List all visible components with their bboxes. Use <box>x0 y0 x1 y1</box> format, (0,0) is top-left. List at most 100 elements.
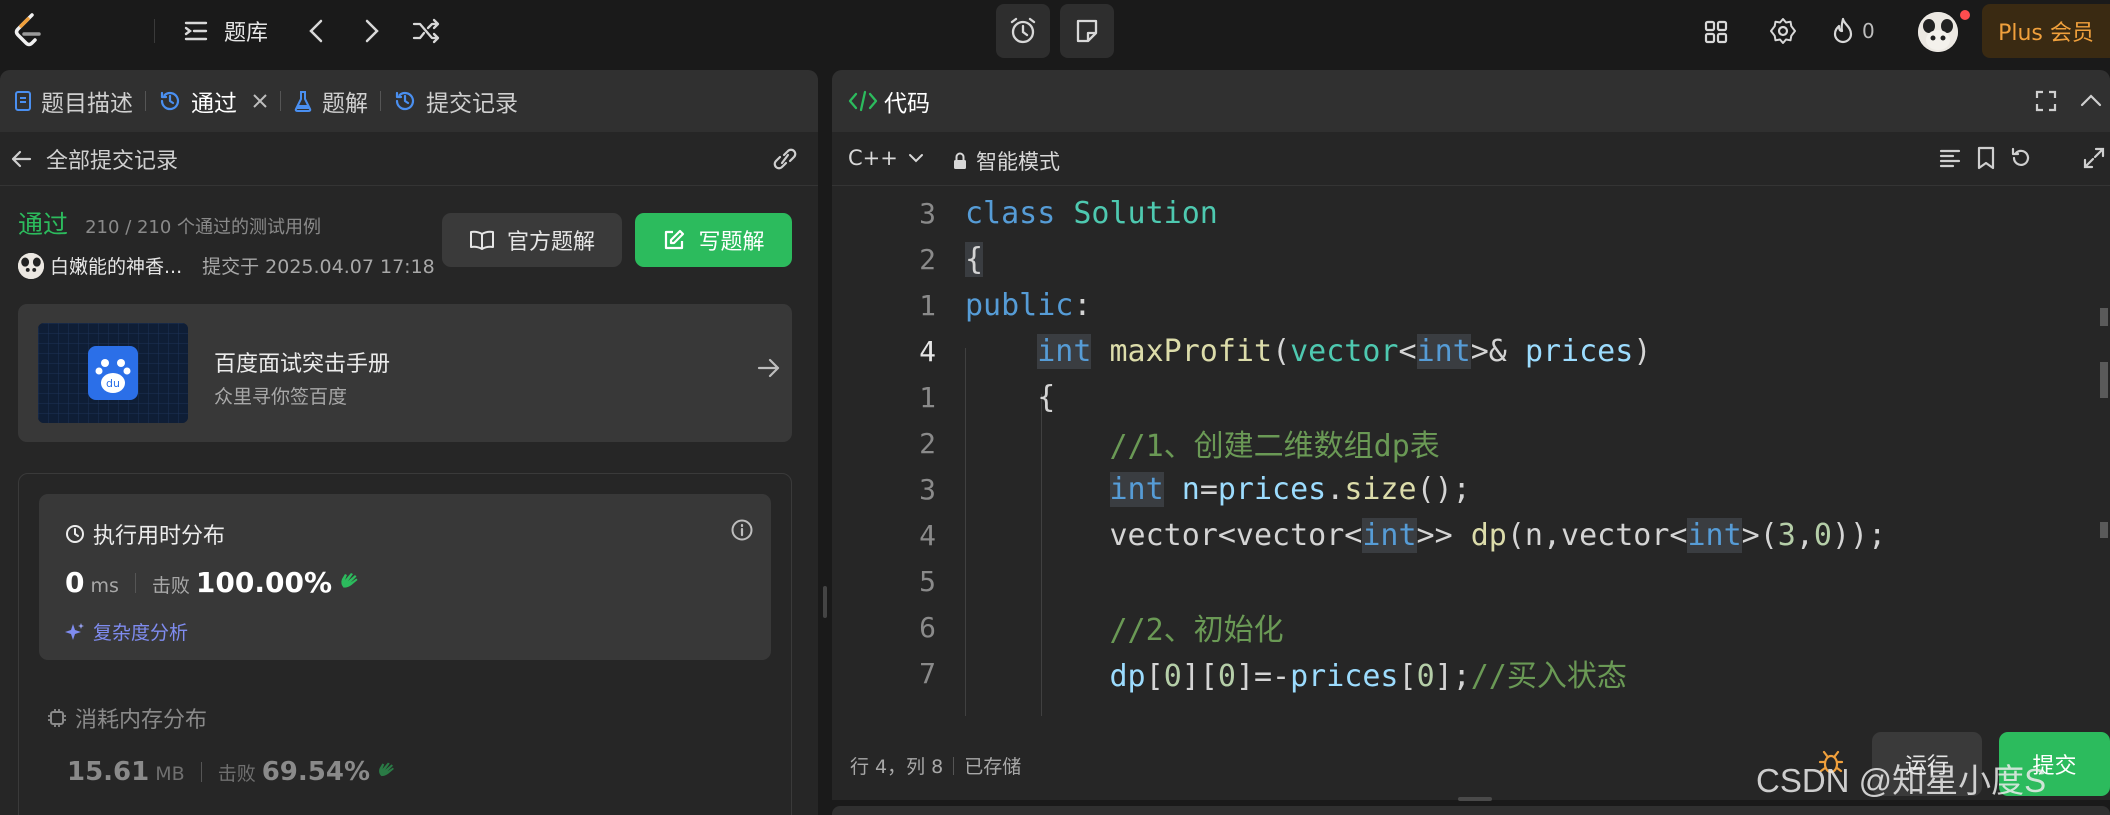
line-number: 4 <box>919 334 936 368</box>
tab-solutions-label: 题解 <box>322 91 368 117</box>
divider <box>953 756 955 775</box>
link-icon[interactable] <box>770 147 800 171</box>
leetcode-logo[interactable] <box>12 12 46 50</box>
tab-accepted[interactable]: 通过 <box>158 70 268 132</box>
memory-values: 15.61 MB 击败 69.54% <box>67 757 398 787</box>
code-line: 2 { <box>832 236 2082 282</box>
panel-resize-handle[interactable] <box>1458 797 1492 801</box>
info-icon[interactable] <box>730 518 754 542</box>
code-text: { <box>965 241 984 277</box>
code-line: 7 dp[0][0]=-prices[0];//买入状态 <box>832 650 2082 696</box>
line-number: 1 <box>919 288 936 322</box>
divider <box>134 572 136 593</box>
tab-solutions[interactable]: 题解 <box>293 70 368 132</box>
lock-icon <box>952 151 968 171</box>
reset-icon[interactable] <box>2009 146 2033 170</box>
random-problem-button[interactable] <box>410 16 442 46</box>
next-problem-button[interactable] <box>358 16 386 46</box>
code-text: public: <box>965 287 1092 323</box>
runtime-beat-label: 击败 <box>151 575 190 597</box>
runtime-beat-value: 100.00% <box>195 566 333 599</box>
promo-logo-text: du <box>106 377 120 390</box>
gear-icon <box>1769 17 1797 45</box>
tab-accepted-label: 通过 <box>191 91 237 117</box>
history-icon <box>393 89 417 113</box>
memory-unit: MB <box>155 763 185 785</box>
scroll-thumb[interactable] <box>2100 362 2108 398</box>
line-number: 3 <box>919 472 936 506</box>
divider <box>280 91 281 111</box>
line-number: 4 <box>919 518 936 552</box>
flask-icon <box>293 90 313 112</box>
author-avatar[interactable] <box>18 252 44 279</box>
back-arrow-icon[interactable] <box>10 149 32 169</box>
promo-card[interactable]: du 百度面试突击手册 众里寻你签百度 <box>18 304 792 442</box>
tab-submissions[interactable]: 提交记录 <box>393 70 518 132</box>
cursor-position-label: 行 4，列 8 <box>850 756 944 778</box>
memory-title-label: 消耗内存分布 <box>75 708 208 733</box>
list-icon <box>182 19 210 43</box>
chevron-right-icon <box>364 18 380 44</box>
line-number: 1 <box>919 380 936 414</box>
avatar[interactable] <box>1918 12 1958 52</box>
official-solution-label: 官方题解 <box>506 230 595 255</box>
format-icon[interactable] <box>1938 146 1962 170</box>
code-comment: //1、创建二维数组dp表 <box>965 429 1440 464</box>
smart-mode-label: 智能模式 <box>976 150 1060 174</box>
complexity-analysis-link[interactable]: 复杂度分析 <box>65 618 188 645</box>
notes-button[interactable] <box>1060 4 1114 58</box>
edit-icon <box>662 228 686 252</box>
book-icon <box>469 229 495 251</box>
line-number: 2 <box>919 242 936 276</box>
code-editor[interactable]: 3 class Solution 2 { 1 public: 4 int max… <box>832 186 2110 716</box>
top-bar: 题库 0 Plus 会员 <box>0 0 2110 62</box>
prev-problem-button[interactable] <box>302 16 330 46</box>
scroll-marker <box>2100 308 2108 326</box>
plus-label: Plus 会员 <box>1998 21 2094 46</box>
submission-nav-bar: 全部提交记录 <box>0 132 818 186</box>
line-number: 5 <box>919 564 936 598</box>
promo-image: du <box>38 323 188 423</box>
code-line-current: 4 int maxProfit(vector<int>& prices) <box>832 328 2082 374</box>
alarm-clock-icon <box>1008 16 1038 46</box>
submission-meta: 白嫩能的神香... 提交于 2025.04.07 17:18 <box>18 252 435 279</box>
settings-button[interactable] <box>1767 15 1799 47</box>
notification-dot <box>1960 10 1970 20</box>
code-panel-title: 代码 <box>884 91 930 117</box>
bookmark-icon[interactable] <box>1975 146 1997 170</box>
expand-icon[interactable] <box>2082 146 2106 170</box>
collapse-icon[interactable] <box>2080 92 2102 108</box>
memory-beat-value: 69.54% <box>261 757 370 787</box>
runtime-title-label: 执行用时分布 <box>93 524 226 549</box>
editor-toolbar: C++ 智能模式 <box>832 132 2110 186</box>
tab-description[interactable]: 题目描述 <box>14 70 133 132</box>
fullscreen-icon[interactable] <box>2034 89 2058 113</box>
problem-bank-button[interactable]: 题库 <box>182 14 268 48</box>
divider <box>154 19 155 43</box>
line-number: 6 <box>919 610 936 644</box>
memory-title[interactable]: 消耗内存分布 <box>47 702 207 734</box>
runtime-card[interactable]: 执行用时分布 0 ms 击败 100.00% 复杂度分析 <box>39 494 771 660</box>
runtime-unit: ms <box>90 575 119 597</box>
layout-button[interactable] <box>1700 16 1732 48</box>
arrow-right-icon <box>756 356 782 380</box>
panel-resize-handle[interactable] <box>823 586 827 618</box>
cursor-position: 行 4，列 8 已存储 <box>850 752 1021 779</box>
code-line: 3 class Solution <box>832 190 2082 236</box>
smart-mode-toggle[interactable]: 智能模式 <box>952 146 1060 176</box>
author-name[interactable]: 白嫩能的神香... <box>50 252 182 279</box>
streak-counter[interactable]: 0 <box>1832 15 1875 47</box>
language-select[interactable]: C++ <box>848 146 924 170</box>
line-number: 7 <box>919 656 936 690</box>
code-text: vector<vector<int>> dp(n,vector<int>(3,0… <box>965 517 1887 553</box>
plus-membership-button[interactable]: Plus 会员 <box>1982 4 2110 58</box>
all-submissions-link[interactable]: 全部提交记录 <box>46 143 178 175</box>
write-solution-button[interactable]: 写题解 <box>635 213 792 267</box>
official-solution-button[interactable]: 官方题解 <box>442 213 622 267</box>
code-icon <box>848 90 878 112</box>
timer-button[interactable] <box>996 4 1050 58</box>
tab-separator <box>133 70 158 132</box>
close-icon[interactable] <box>252 93 268 109</box>
editor-scrollbar[interactable] <box>2097 186 2110 716</box>
complexity-label: 复杂度分析 <box>93 622 189 644</box>
